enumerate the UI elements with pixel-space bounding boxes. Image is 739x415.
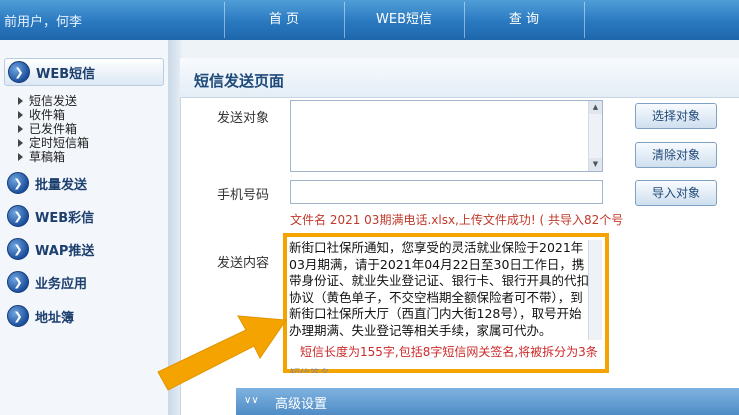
nav-divider — [584, 2, 585, 38]
sidebar-group-label: 业务应用 — [35, 276, 88, 292]
sidebar-item-label: 定时短信箱 — [29, 136, 90, 150]
scrollbar[interactable]: ▲ ▼ — [588, 101, 602, 171]
page-title: 短信发送页面 — [194, 72, 285, 90]
bullet-icon — [18, 111, 23, 119]
phone-number-input[interactable] — [290, 180, 603, 204]
scrollbar[interactable] — [588, 240, 602, 340]
message-content-textarea[interactable]: 新街口社保所通知，您享受的灵活就业保险于2021年03月期满，请于2021年04… — [289, 240, 589, 339]
content-label: 发送内容 — [217, 256, 270, 271]
bullet-icon — [18, 139, 23, 147]
arrow-circle-icon: ❯ — [8, 61, 30, 83]
upload-status-text: 文件名 2021 03期满电话.xlsx,上传文件成功! ( 共导入82个号 — [290, 213, 624, 227]
sidebar-item-drafts[interactable]: 草稿箱 — [18, 150, 65, 164]
sidebar-group-wap-push[interactable]: ❯ WAP推送 — [4, 235, 164, 263]
clear-target-button[interactable]: 清除对象 — [635, 142, 717, 168]
import-target-button[interactable]: 导入对象 — [635, 180, 717, 206]
scroll-down-icon[interactable]: ▼ — [589, 158, 602, 171]
bullet-icon — [18, 153, 23, 161]
sidebar-group-label: 批量发送 — [35, 177, 88, 193]
arrow-circle-icon: ❯ — [7, 205, 29, 227]
sidebar-group-business-apps[interactable]: ❯ 业务应用 — [4, 268, 164, 296]
sidebar-group-label: WEB短信 — [36, 66, 96, 82]
sidebar-item-sms-send[interactable]: 短信发送 — [18, 94, 77, 108]
nav-web-sms[interactable]: WEB短信 — [344, 0, 464, 40]
sidebar-group-web-sms[interactable]: ❯ WEB短信 — [4, 58, 164, 86]
nav-query[interactable]: 查 询 — [464, 0, 584, 40]
sidebar-item-label: 草稿箱 — [29, 150, 66, 164]
phone-label: 手机号码 — [217, 188, 270, 203]
arrow-circle-icon: ❯ — [7, 172, 29, 194]
sidebar-group-label: WAP推送 — [35, 243, 95, 259]
send-target-field[interactable]: ▲ ▼ — [290, 100, 603, 172]
bullet-icon — [18, 125, 23, 133]
bullet-icon — [18, 97, 23, 105]
sidebar-group-address-book[interactable]: ❯ 地址簿 — [4, 302, 164, 330]
sidebar-item-label: 短信发送 — [29, 94, 78, 108]
nav-home[interactable]: 首 页 — [224, 0, 344, 40]
sidebar-item-label: 收件箱 — [29, 108, 66, 122]
message-length-info: 短信长度为155字,包括8字短信网关签名,将被拆分为3条 — [300, 345, 598, 359]
select-target-button[interactable]: 选择对象 — [635, 103, 717, 129]
annotation-arrow-icon — [157, 315, 287, 391]
send-target-label: 发送对象 — [217, 111, 270, 126]
sidebar-group-label: 地址簿 — [35, 310, 75, 326]
sidebar-item-inbox[interactable]: 收件箱 — [18, 108, 65, 122]
sidebar-item-scheduled[interactable]: 定时短信箱 — [18, 136, 89, 150]
sidebar-group-web-mms[interactable]: ❯ WEB彩信 — [4, 202, 164, 230]
arrow-circle-icon: ❯ — [7, 238, 29, 260]
scroll-up-icon[interactable]: ▲ — [589, 101, 602, 114]
current-user-text: 前用户，何李 — [4, 15, 83, 30]
arrow-circle-icon: ❯ — [7, 271, 29, 293]
sidebar-item-label: 已发件箱 — [29, 122, 78, 136]
arrow-circle-icon: ❯ — [7, 305, 29, 327]
partial-field-label: 短信签名 — [290, 365, 350, 373]
sidebar-group-batch-send[interactable]: ❯ 批量发送 — [4, 169, 164, 197]
sidebar-group-label: WEB彩信 — [35, 210, 95, 226]
sidebar-item-sent[interactable]: 已发件箱 — [18, 122, 77, 136]
